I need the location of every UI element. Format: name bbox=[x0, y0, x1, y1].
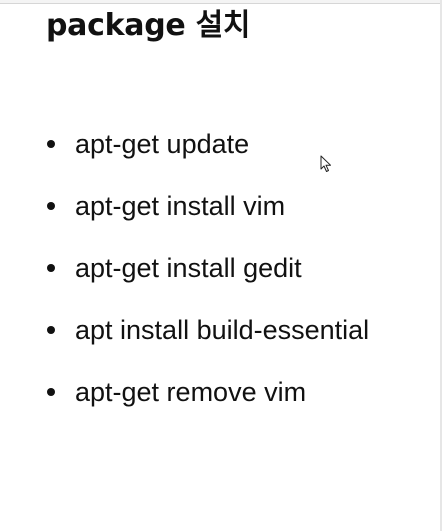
bullet-text: apt-get update bbox=[75, 129, 250, 159]
bullet-dot-icon bbox=[47, 140, 55, 148]
slide-content: package 설치 apt-get update apt-get instal… bbox=[0, 0, 440, 531]
bullet-dot-icon bbox=[47, 326, 55, 334]
mouse-pointer-icon bbox=[320, 155, 331, 172]
bullet-dot-icon bbox=[47, 388, 55, 396]
bullet-dot-icon bbox=[47, 264, 55, 272]
bullet-dot-icon bbox=[47, 202, 55, 210]
bullet-text: apt-get install vim bbox=[75, 191, 286, 221]
bullet-text: apt install build-essential bbox=[75, 315, 370, 345]
bullet-text: apt-get install gedit bbox=[75, 253, 302, 283]
slide-title: package 설치 bbox=[46, 8, 251, 43]
bullet-text: apt-get remove vim bbox=[75, 377, 307, 407]
